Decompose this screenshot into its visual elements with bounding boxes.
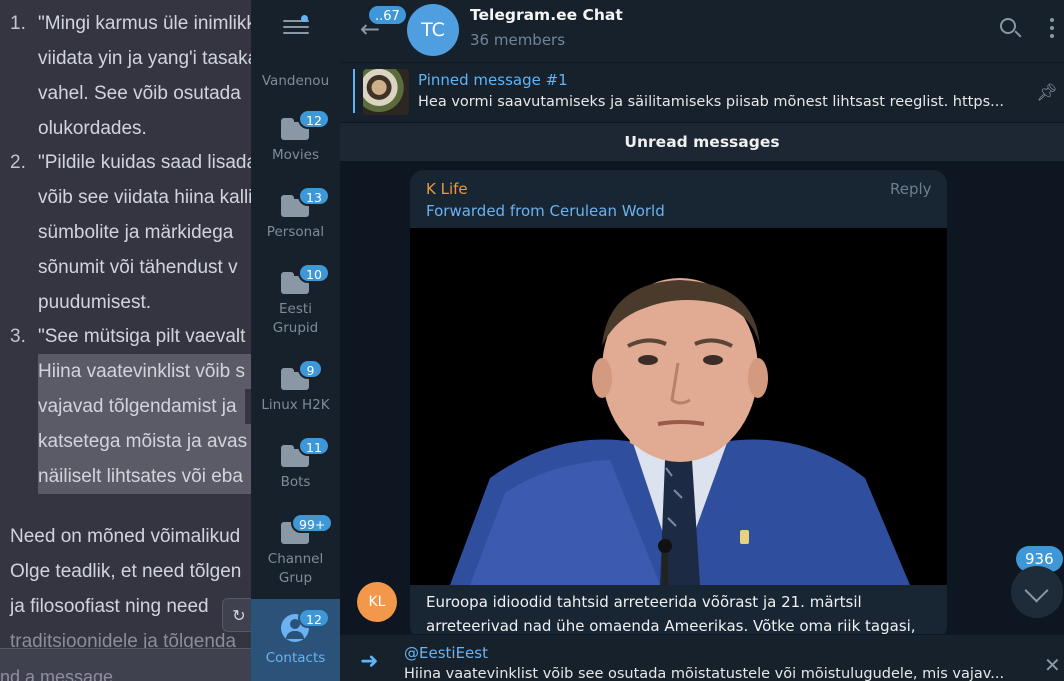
highlighted-line: katsetega mõista ja avas xyxy=(38,424,251,459)
folder-label: Eesti Grupid xyxy=(272,301,319,336)
pin-icon[interactable]: 📌︎ xyxy=(1036,83,1058,103)
forward-text: Hiina vaatevinklist võib see osutada mõi… xyxy=(404,666,1005,681)
list-item: 2. "Pildile kuidas saad lisada võib see … xyxy=(10,145,251,320)
list-line: viidata yin ja yang'i tasakaalule ja xyxy=(38,48,251,69)
unread-badge: 9 xyxy=(298,359,323,379)
forward-source: @EestiEest xyxy=(404,644,488,662)
unread-badge: ..67 xyxy=(367,4,408,26)
pinned-indicator xyxy=(353,69,355,113)
folder-label: Vandenou xyxy=(261,73,330,89)
message-photo[interactable] xyxy=(410,228,947,585)
paragraph-line: Olge teadlik, et need tõlgen xyxy=(10,561,242,582)
list-line: "See mütsiga pilt vaevalt xyxy=(38,326,246,347)
list-line: sõnumit või tähendust v xyxy=(38,257,238,278)
input-placeholder: nd a message... xyxy=(0,667,129,681)
folder-label: Contacts xyxy=(265,650,326,666)
pinned-title: Pinned message #1 xyxy=(418,71,568,89)
unread-badge: 12 xyxy=(298,608,330,628)
unread-messages-divider: Unread messages xyxy=(340,123,1064,161)
search-icon[interactable] xyxy=(1000,18,1022,40)
background-document: 1. "Mingi karmus üle inimlikkuse" — see … xyxy=(0,0,251,681)
folder-label: Personal xyxy=(266,224,325,240)
paragraph-line: ja filosoofiast ning need xyxy=(10,596,209,617)
folder-eesti-grupid[interactable]: 10 Eesti Grupid xyxy=(251,263,340,338)
paragraph-line: Need on mõned võimalikud xyxy=(10,526,241,547)
forward-arrow-icon: ➜ xyxy=(360,649,379,674)
unread-badge: 99+ xyxy=(291,513,334,533)
folder-label: Channel Grup xyxy=(267,551,324,586)
highlighted-line: näiliselt lihtsates või eba xyxy=(38,459,251,494)
unread-badge: 11 xyxy=(298,436,330,456)
scroll-down-button[interactable] xyxy=(1011,566,1063,618)
list-item: 3. "See mütsiga pilt vaevalt Hiina vaate… xyxy=(10,319,251,494)
folder-sidebar: Vandenou 12 Movies 13 Personal 10 Eesti … xyxy=(251,0,340,681)
portrait-image xyxy=(450,278,910,585)
paragraph: Need on mõned võimalikud Olge teadlik, e… xyxy=(10,519,251,659)
reply-button[interactable]: Reply xyxy=(890,180,932,198)
unread-badge: 12 xyxy=(298,109,330,129)
sender-avatar[interactable]: KL xyxy=(357,582,397,622)
list-number: 2. xyxy=(10,152,26,173)
notification-dot xyxy=(301,15,308,22)
list-line: olukordades. xyxy=(38,118,147,139)
list-line: sümbolite ja märkidega xyxy=(38,222,234,243)
pinned-message-bar[interactable]: Pinned message #1 Hea vormi saavutamisek… xyxy=(340,62,1064,122)
folder-movies[interactable]: 12 Movies xyxy=(251,109,340,165)
chat-header: ← ..67 TC Telegram.ee Chat 36 members xyxy=(340,0,1064,62)
list-number: 1. xyxy=(10,13,26,34)
folder-label: Movies xyxy=(272,147,319,163)
folder-channel-grup[interactable]: 99+ Channel Grup xyxy=(251,513,340,588)
list-number: 3. xyxy=(10,326,26,347)
list-line: "Pildile kuidas saad lisada xyxy=(38,152,251,173)
message-text: Euroopa idioodid tahtsid arreteerida võõ… xyxy=(426,593,916,635)
forwarded-from-link[interactable]: Forwarded from Cerulean World xyxy=(426,202,665,220)
pinned-thumbnail xyxy=(363,69,409,115)
forward-preview-panel: ➜ @EestiEest Hiina vaatevinklist võib se… xyxy=(340,634,1064,681)
list-line: vahel. See võib osutada xyxy=(38,83,241,104)
chat-avatar[interactable]: TC xyxy=(407,4,459,56)
folder-label: Linux H2K xyxy=(261,397,330,413)
chat-area: ← ..67 TC Telegram.ee Chat 36 members Pi… xyxy=(340,0,1064,681)
folder-linux-h2k[interactable]: 9 Linux H2K xyxy=(251,359,340,415)
message-input[interactable]: nd a message... xyxy=(0,648,251,681)
folder-contacts[interactable]: 12 Contacts xyxy=(251,599,340,681)
message-author[interactable]: K Life xyxy=(426,180,468,198)
message-bubble[interactable]: K Life Reply Forwarded from Cerulean Wor… xyxy=(410,170,947,640)
highlighted-line: Hiina vaatevinklist võib s xyxy=(38,354,251,389)
list-line: puudumisest. xyxy=(38,292,152,313)
highlighted-line: vajavad tõlgendamist ja xyxy=(38,389,245,424)
chevron-down-icon xyxy=(1024,578,1049,603)
folder-label: Bots xyxy=(280,474,311,490)
unread-badge: 10 xyxy=(298,263,330,283)
pinned-text: Hea vormi saavutamiseks ja säilitamiseks… xyxy=(418,94,1004,110)
unread-badge: 13 xyxy=(298,186,330,206)
list-line: "Mingi karmus üle inimlikkuse" — see või… xyxy=(38,13,251,34)
list-line: võib see viidata hiina kalli xyxy=(38,187,251,208)
more-options-icon[interactable] xyxy=(1050,18,1056,40)
folder-personal[interactable]: 13 Personal xyxy=(251,186,340,242)
close-icon[interactable]: ✕ xyxy=(1044,655,1061,675)
folder-bots[interactable]: 11 Bots xyxy=(251,436,340,492)
member-count: 36 members xyxy=(470,31,566,49)
folder-vandenou[interactable]: Vandenou xyxy=(251,72,340,91)
list-item: 1. "Mingi karmus üle inimlikkuse" — see … xyxy=(10,6,251,146)
chat-title[interactable]: Telegram.ee Chat xyxy=(470,6,623,24)
